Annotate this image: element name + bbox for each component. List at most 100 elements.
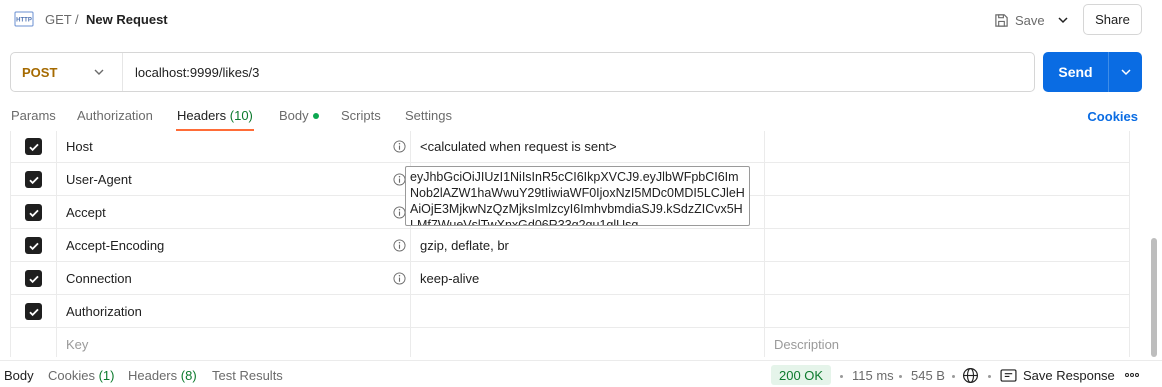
header-description-cell[interactable] [765,131,1129,163]
header-key: Accept [66,205,106,220]
checkmark-icon [28,275,39,283]
separator-dot [899,375,902,378]
header-enable-checkbox[interactable] [25,270,42,287]
info-icon[interactable] [393,140,406,153]
header-key: Host [66,139,93,154]
header-key-cell[interactable]: Authorization [57,295,411,328]
tab-headers[interactable]: Headers (10) [177,108,253,123]
send-options-button[interactable] [1109,66,1142,78]
checkmark-icon [28,176,39,184]
new-header-row: Key Description [11,328,1129,357]
new-header-key-input[interactable]: Key [57,328,411,357]
header-enable-cell [11,229,57,262]
description-placeholder: Description [774,337,840,352]
response-tab-headers[interactable]: Headers (8) [128,368,197,383]
response-tab-body[interactable]: Body [4,368,34,383]
status-badge[interactable]: 200 OK [771,365,832,385]
header-value: <calculated when request is sent> [420,139,617,154]
response-size[interactable]: 545 B [911,368,945,383]
info-icon[interactable] [393,272,406,285]
info-icon[interactable] [393,239,406,252]
header-enable-cell [11,131,57,163]
new-header-value-input[interactable] [411,328,765,357]
checkmark-icon [28,209,39,217]
save-button[interactable]: Save [994,9,1045,31]
save-icon [995,13,1008,27]
header-key-cell[interactable]: Connection [57,262,411,295]
header-value: keep-alive [420,271,480,286]
tab-params[interactable]: Params [11,108,56,123]
header-enable-checkbox[interactable] [25,204,42,221]
scrollbar-thumb[interactable] [1151,238,1157,357]
tab-scripts[interactable]: Scripts [341,108,381,123]
key-placeholder: Key [66,337,89,352]
header-description-cell[interactable] [765,196,1129,229]
save-label: Save [1015,12,1045,28]
header-value-cell[interactable]: keep-alive [411,262,765,295]
header-row: Accept-Encoding gzip, deflate, br [11,229,1129,262]
authorization-value-editor[interactable]: eyJhbGciOiJIUzI1NiIsInR5cCI6IkpXVCJ9.eyJ… [405,166,750,226]
tab-headers-count: (10) [229,108,253,123]
response-cookies-label: Cookies [48,368,95,383]
url-input[interactable] [123,53,1034,91]
response-headers-label: Headers [128,368,178,383]
header-description-cell[interactable] [765,163,1129,196]
request-header: HTTP GET / New Request Save Share [0,0,1162,40]
header-enable-checkbox[interactable] [25,303,42,320]
body-indicator-dot [312,112,319,119]
chevron-down-icon[interactable] [1055,12,1071,28]
separator-dot [952,375,955,378]
header-key: Connection [66,271,132,286]
tab-authorization[interactable]: Authorization [77,108,153,123]
breadcrumb-separator: / [75,12,79,27]
more-options-icon[interactable] [1124,369,1140,381]
header-key-cell[interactable]: Accept [57,196,411,229]
header-value-cell[interactable]: gzip, deflate, br [411,229,765,262]
header-description-cell[interactable] [765,262,1129,295]
send-button[interactable]: Send [1043,52,1142,92]
header-description-cell[interactable] [765,229,1129,262]
checkmark-icon [28,308,39,316]
method-select[interactable]: POST [11,53,123,91]
response-tab-cookies[interactable]: Cookies (1) [48,368,114,383]
request-title[interactable]: New Request [86,12,168,27]
http-icon: HTTP [14,11,34,27]
header-key-cell[interactable]: Host [57,131,411,163]
cookies-link[interactable]: Cookies [1087,109,1138,124]
chevron-down-icon [1120,69,1131,76]
header-key-cell[interactable]: User-Agent [57,163,411,196]
response-tab-test-results[interactable]: Test Results [212,368,283,383]
separator-dot [840,375,843,378]
header-row: Host <calculated when request is sent> [11,131,1129,163]
header-enable-checkbox[interactable] [25,171,42,188]
header-description-cell[interactable] [765,295,1129,328]
header-key: Accept-Encoding [66,238,165,253]
response-headers-count: (8) [180,368,197,383]
separator-dot [988,375,991,378]
tab-settings[interactable]: Settings [405,108,452,123]
header-value-cell[interactable] [411,295,765,328]
header-enable-checkbox[interactable] [25,138,42,155]
header-row: Authorization [11,295,1129,328]
header-enable-cell [11,328,57,357]
svg-text:HTTP: HTTP [16,18,32,24]
header-enable-cell [11,262,57,295]
method-label: POST [22,64,58,80]
header-key-cell[interactable]: Accept-Encoding [57,229,411,262]
tab-body[interactable]: Body [279,108,319,123]
checkmark-icon [28,242,39,250]
header-key: User-Agent [66,172,132,187]
response-cookies-count: (1) [98,368,115,383]
header-enable-checkbox[interactable] [25,237,42,254]
response-time[interactable]: 115 ms [852,368,894,383]
chevron-down-icon [94,69,104,75]
header-enable-cell [11,196,57,229]
globe-icon[interactable] [962,367,979,384]
share-button[interactable]: Share [1083,4,1142,35]
headers-table: Host <calculated when request is sent> Use… [10,131,1130,357]
header-value-cell[interactable]: <calculated when request is sent> [411,131,765,163]
new-header-description-input[interactable]: Description [765,328,1129,357]
response-statusbar: Body Cookies (1) Headers (8) Test Result… [0,360,1162,387]
header-key: Authorization [66,304,142,319]
save-response-button[interactable]: Save Response [1023,368,1115,383]
